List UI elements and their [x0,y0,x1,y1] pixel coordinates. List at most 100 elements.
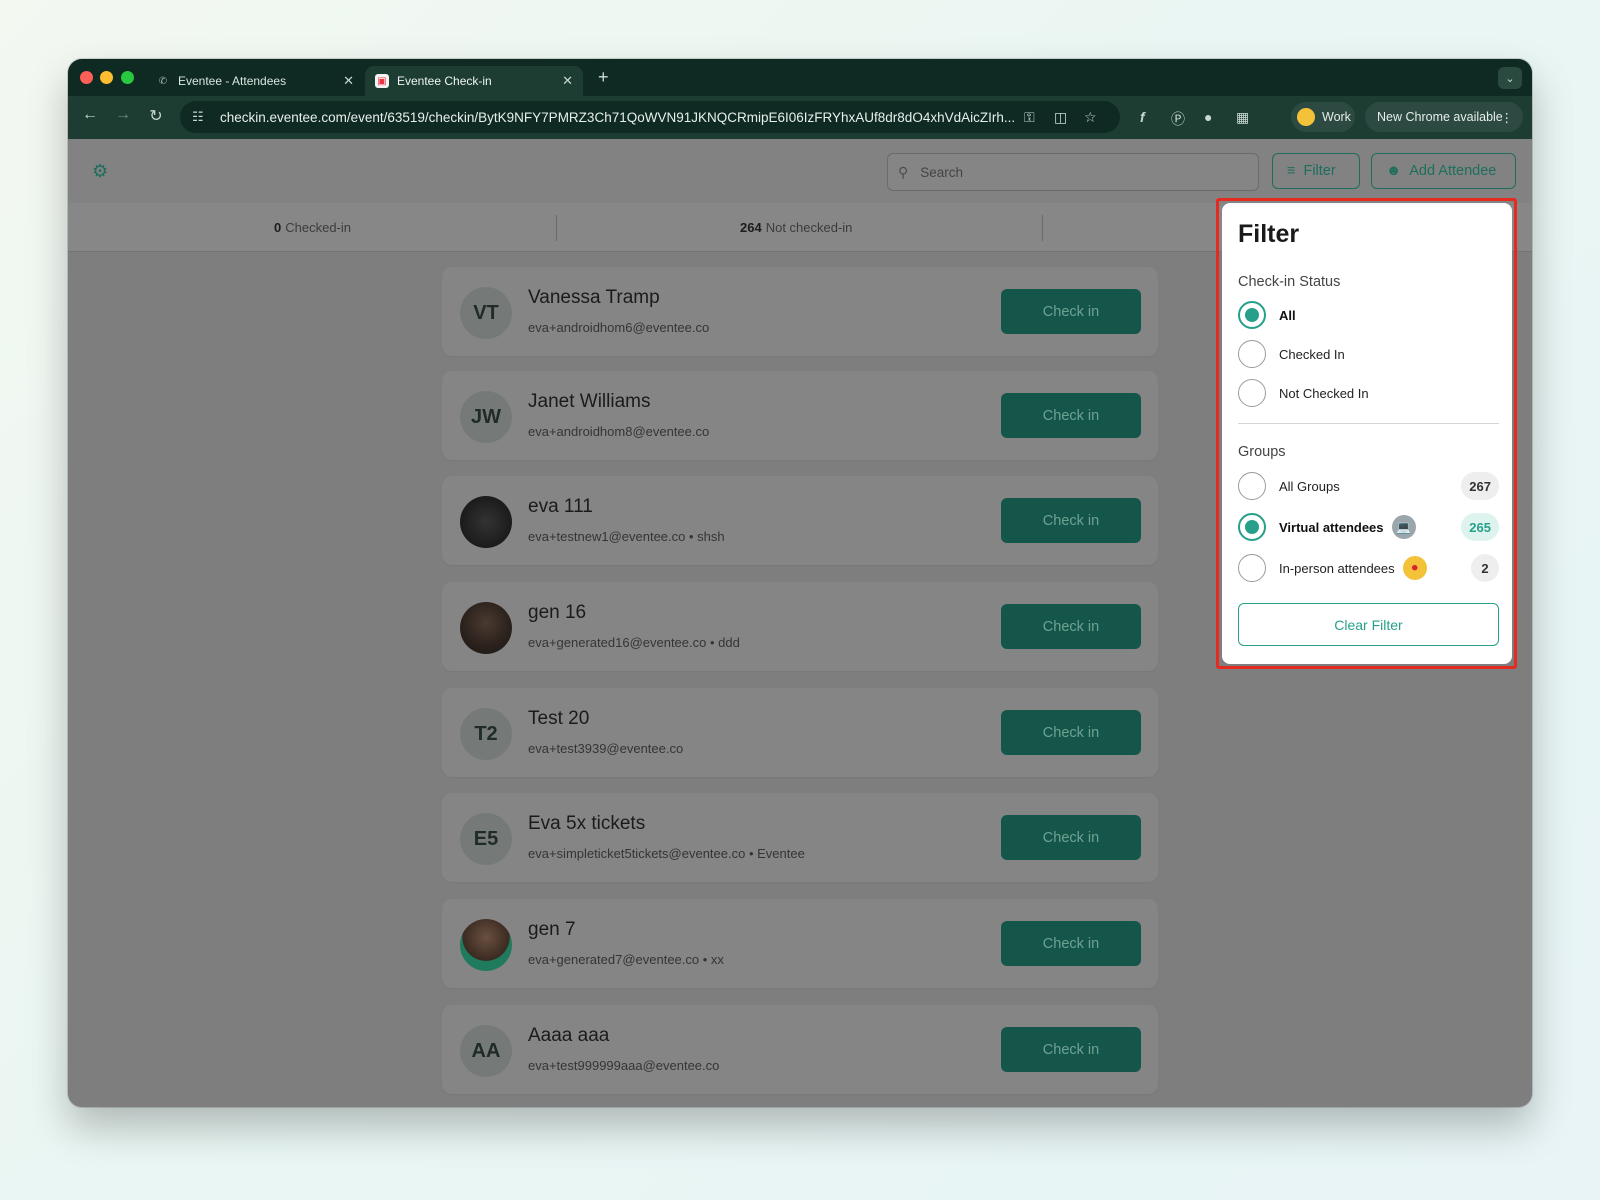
option-label: All Groups [1279,478,1340,494]
attendee-email: eva+simpleticket5tickets@eventee.co • Ev… [528,846,805,861]
add-attendee-button[interactable]: ☻ Add Attendee [1371,153,1516,189]
group-option-virtual-attendees[interactable]: Virtual attendees 💻 [1238,513,1416,541]
avatar: JW [460,391,512,443]
attendee-email: eva+generated7@eventee.co • xx [528,952,724,967]
option-label: Not Checked In [1279,385,1369,401]
tab-eventee-attendees[interactable]: ✆ Eventee - Attendees ✕ [146,66,364,96]
close-tab-icon[interactable]: ✕ [562,73,573,89]
search-input[interactable] [920,164,1221,180]
close-tab-icon[interactable]: ✕ [343,73,354,89]
attendee-card[interactable]: gen 16 eva+generated16@eventee.co • ddd … [442,582,1158,671]
avatar: VT [460,287,512,339]
check-in-button[interactable]: Check in [1001,604,1141,649]
minimize-window-button[interactable] [100,71,113,84]
attendee-card[interactable]: T2 Test 20 eva+test3939@eventee.co Check… [442,688,1158,777]
filter-button[interactable]: ≡ Filter [1272,153,1360,189]
attendee-name: gen 16 [528,602,587,623]
option-label: Virtual attendees [1279,519,1384,535]
attendee-name: Aaaa aaa [528,1025,610,1046]
app-header: ⚙ ⚲ ≡ Filter ☻ Add Attendee [68,139,1532,203]
extensions-puzzle-icon[interactable]: ▦ [1236,109,1249,126]
chrome-update-button[interactable]: New Chrome available ⋮ [1365,102,1523,132]
tab-eventee-checkin[interactable]: ▣ Eventee Check-in ✕ [365,66,583,96]
group-option-in-person-attendees[interactable]: In-person attendees ⚫ [1238,554,1427,582]
person-icon: ☻ [1386,163,1402,179]
check-in-button[interactable]: Check in [1001,289,1141,334]
eventee-favicon-icon: ▣ [375,74,389,88]
checked-in-label: Checked-in [285,220,351,235]
status-option-checked-in[interactable]: Checked In [1238,340,1345,368]
avatar-photo [460,919,512,971]
status-option-not-checked-in[interactable]: Not Checked In [1238,379,1369,407]
new-tab-icon[interactable]: + [598,67,609,88]
checkin-status-label: Check-in Status [1238,274,1341,290]
filter-title: Filter [1238,220,1300,248]
radio-unselected[interactable] [1238,340,1266,368]
checked-in-count: 0 [274,220,282,235]
forward-arrow-icon[interactable]: → [112,106,134,124]
tab-strip: ✆ Eventee - Attendees ✕ ▣ Eventee Check-… [68,59,1532,96]
check-in-button[interactable]: Check in [1001,393,1141,438]
avatar-photo [460,496,512,548]
profile-button[interactable]: Work [1291,102,1355,132]
avatar: E5 [460,813,512,865]
tab-label: Eventee Check-in [397,74,492,88]
check-in-button[interactable]: Check in [1001,710,1141,755]
radio-selected[interactable] [1238,513,1266,541]
group-option-all-groups[interactable]: All Groups [1238,472,1499,500]
attendee-email: eva+test3939@eventee.co [528,741,684,756]
add-attendee-label: Add Attendee [1409,163,1497,179]
site-settings-icon[interactable]: ☷ [192,109,212,125]
url-text[interactable]: checkin.eventee.com/event/63519/checkin/… [220,110,1040,125]
option-label: All [1279,307,1296,323]
attendee-card[interactable]: eva 111 eva+testnew1@eventee.co • shsh C… [442,476,1158,565]
profile-label: Work [1322,110,1351,124]
back-arrow-icon[interactable]: ← [79,106,101,124]
clear-filter-button[interactable]: Clear Filter [1238,603,1499,646]
radio-unselected[interactable] [1238,472,1266,500]
reload-icon[interactable]: ↻ [145,106,167,126]
update-label: New Chrome available [1377,110,1503,124]
filter-lines-icon: ≡ [1287,163,1296,179]
bookmark-star-icon[interactable]: ☆ [1084,109,1097,126]
install-app-icon[interactable]: ◫ [1054,109,1067,126]
settings-gear-icon[interactable]: ⚙ [92,161,108,182]
check-in-button[interactable]: Check in [1001,921,1141,966]
filter-divider [1238,423,1499,424]
not-checked-in-count: 264 [740,220,762,235]
option-label: Checked In [1279,346,1345,362]
extension-fx-icon[interactable]: f [1140,109,1145,125]
attendee-name: Janet Williams [528,391,651,412]
not-checked-in-label: Not checked-in [765,220,853,235]
address-bar[interactable]: ☷ checkin.eventee.com/event/63519/checki… [180,101,1120,133]
attendee-card[interactable]: VT Vanessa Tramp eva+androidhom6@eventee… [442,267,1158,356]
radio-unselected[interactable] [1238,379,1266,407]
more-menu-icon[interactable]: ⋮ [1501,110,1514,125]
group-count-badge: 2 [1471,554,1499,582]
radio-selected[interactable] [1238,301,1266,329]
search-box[interactable]: ⚲ [887,153,1259,191]
attendee-card[interactable]: E5 Eva 5x tickets eva+simpleticket5ticke… [442,793,1158,882]
attendee-card[interactable]: JW Janet Williams eva+androidhom8@evente… [442,371,1158,460]
attendee-name: Eva 5x tickets [528,813,646,834]
grammarly-icon[interactable]: Ⓟ [1171,109,1185,129]
check-in-button[interactable]: Check in [1001,815,1141,860]
attendee-card[interactable]: AA Aaaa aaa eva+test999999aaa@eventee.co… [442,1005,1158,1094]
tab-search-icon[interactable]: ⌄ [1498,67,1522,89]
attendee-email: eva+androidhom6@eventee.co [528,320,710,335]
status-option-all[interactable]: All [1238,301,1296,329]
tab-label: Eventee - Attendees [178,74,287,88]
car-icon: ⚫ [1402,556,1427,580]
extension-drop-icon[interactable]: ● [1204,109,1212,125]
close-window-button[interactable] [80,71,93,84]
check-in-button[interactable]: Check in [1001,498,1141,543]
attendee-card[interactable]: gen 7 eva+generated7@eventee.co • xx Che… [442,899,1158,988]
check-in-button[interactable]: Check in [1001,1027,1141,1072]
not-checked-in-stat: 264 Not checked-in [740,220,852,235]
search-icon: ⚲ [898,163,909,180]
groups-label: Groups [1238,444,1286,460]
maximize-window-button[interactable] [121,71,134,84]
avatar-photo [460,602,512,654]
radio-unselected[interactable] [1238,554,1266,582]
password-key-icon[interactable]: ⚿ [1024,109,1035,126]
